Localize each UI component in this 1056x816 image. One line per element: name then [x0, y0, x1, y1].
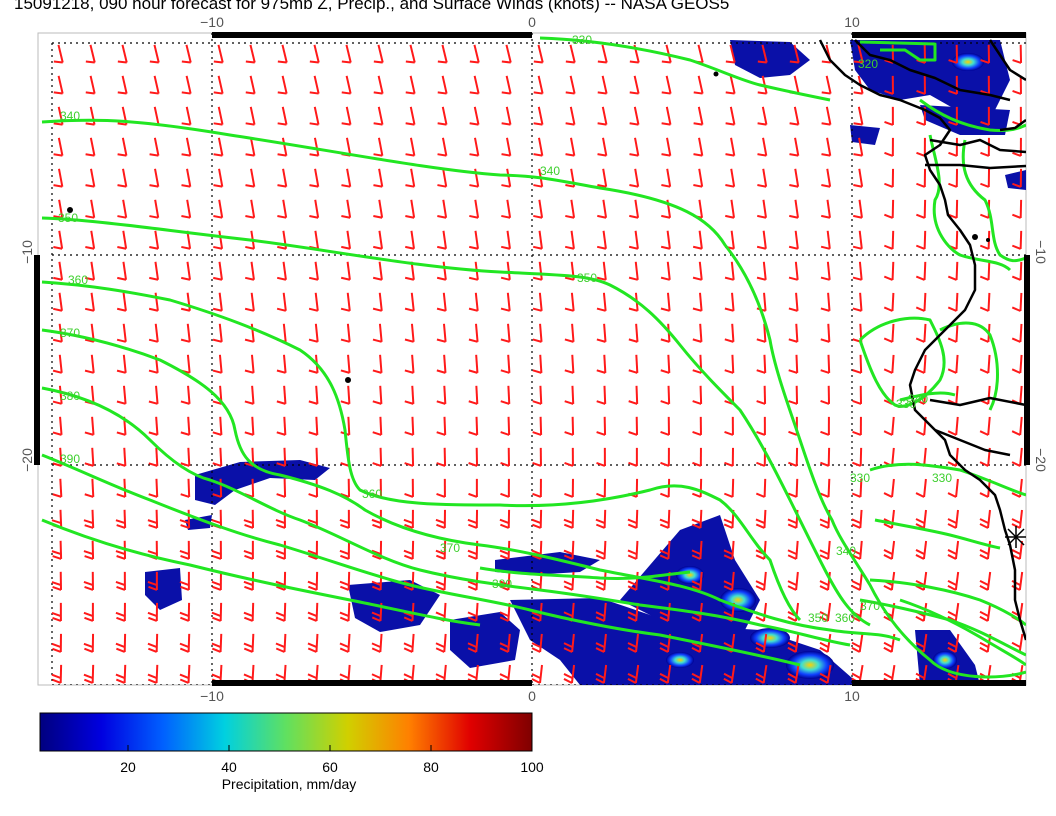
bottom-tick-label: 10	[844, 688, 860, 704]
contour-label: 340	[836, 544, 856, 558]
colorbar-tick: 40	[221, 759, 237, 775]
colorbar-tick: 80	[423, 759, 439, 775]
contour-label: 370	[440, 541, 460, 555]
contour-label: 370	[60, 326, 80, 340]
contour-label: 350	[808, 611, 828, 625]
top-tick-label: 10	[844, 14, 860, 30]
contour-label: 330	[850, 471, 870, 485]
weather-map: 340 350 360 370 380 390 340 350 360 370 380 330 320 3…	[19, 14, 1049, 792]
contour-label: 340	[540, 164, 560, 178]
right-tick-label: −20	[1033, 448, 1049, 472]
contour-label: 360	[68, 273, 88, 287]
contour-label: 330	[896, 397, 916, 411]
contour-label: 370	[860, 599, 880, 613]
bottom-tick-label: 0	[528, 688, 536, 704]
contour-label: 350	[577, 271, 597, 285]
bottom-tick-label: −10	[200, 688, 224, 704]
colorbar-label: Precipitation, mm/day	[222, 776, 357, 792]
top-tick-label: −10	[200, 14, 224, 30]
contour-label: 350	[58, 211, 78, 225]
left-tick-label: −10	[19, 240, 35, 264]
precip-blob	[850, 125, 880, 145]
station-marker-icon	[1005, 526, 1026, 548]
contour-label: 330	[572, 33, 592, 47]
contour-label: 330	[932, 471, 952, 485]
colorbar-tick: 100	[520, 759, 544, 775]
contour-label: 380	[60, 389, 80, 403]
top-tick-label: 0	[528, 14, 536, 30]
contour-label: 360	[835, 611, 855, 625]
contour-label: 320	[858, 57, 878, 71]
contour-label: 340	[60, 109, 80, 123]
contour-label: 360	[362, 487, 382, 501]
contour-label: 380	[492, 577, 512, 591]
colorbar: 20 40 60 80 100 Precipitation, mm/day	[39, 712, 544, 792]
colorbar-gradient	[39, 712, 533, 752]
left-tick-label: −20	[19, 448, 35, 472]
colorbar-tick: 60	[322, 759, 338, 775]
right-tick-label: −10	[1033, 240, 1049, 264]
colorbar-tick: 20	[120, 759, 136, 775]
contour-label: 390	[60, 452, 80, 466]
